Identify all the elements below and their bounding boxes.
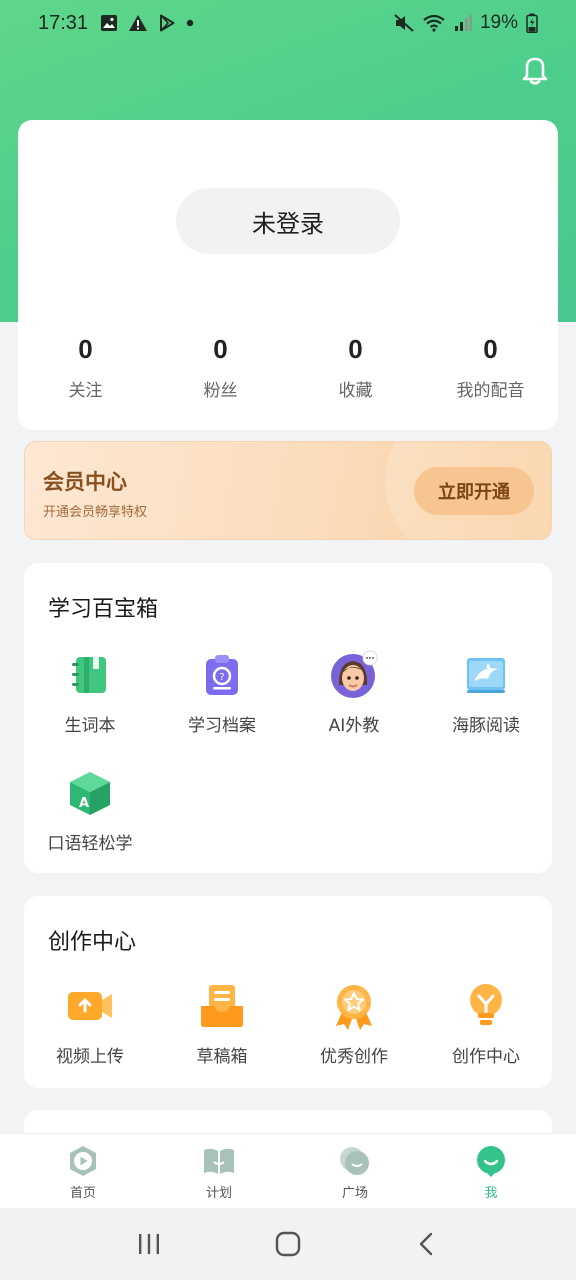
item-label: 视频上传 xyxy=(56,1047,124,1067)
vip-subtitle: 开通会员畅享特权 xyxy=(43,505,148,520)
stat-value: 0 xyxy=(348,334,363,364)
creation-panel: 创作中心 视频上传 草稿箱 优秀创作 创作中心 xyxy=(24,896,552,1088)
item-label: 海豚阅读 xyxy=(452,716,520,736)
open-vip-button[interactable]: 立即开通 xyxy=(414,467,534,515)
warning-icon xyxy=(129,15,148,31)
status-bar: 17:31 19% xyxy=(0,0,576,46)
tab-label: 首页 xyxy=(69,1186,96,1201)
svg-text:A: A xyxy=(79,796,89,811)
item-label: 口语轻松学 xyxy=(47,834,133,854)
creation-item-featured[interactable]: 优秀创作 xyxy=(288,980,420,1067)
svg-text:?: ? xyxy=(219,672,224,683)
system-navigation-bar xyxy=(0,1208,576,1280)
smile-face-icon xyxy=(477,1146,505,1177)
stat-fans[interactable]: 0 粉丝 xyxy=(153,332,288,401)
toolbox-item-speaking[interactable]: A 口语轻松学 xyxy=(24,767,156,854)
stat-value: 0 xyxy=(213,334,228,364)
play-hexagon-icon xyxy=(70,1146,96,1176)
bottom-tab-bar: 首页 计划 广场 我 xyxy=(0,1133,576,1208)
tab-label: 计划 xyxy=(205,1186,232,1201)
status-system-icons: 19% xyxy=(394,12,538,34)
gallery-icon xyxy=(101,15,118,31)
play-store-icon xyxy=(160,14,175,32)
stat-label: 关注 xyxy=(68,381,103,401)
notebook-icon xyxy=(72,657,106,693)
status-time: 17:31 xyxy=(38,11,89,34)
draft-box-icon xyxy=(201,985,243,1027)
tab-home[interactable]: 首页 xyxy=(15,1134,151,1208)
chat-bubbles-icon xyxy=(340,1147,369,1175)
dot-icon xyxy=(186,19,194,27)
item-label: 学习档案 xyxy=(188,716,256,736)
toolbox-item-vocab-book[interactable]: 生词本 xyxy=(24,649,156,736)
recent-apps-icon[interactable] xyxy=(136,1231,162,1257)
profile-card: 未登录 0 关注 0 粉丝 0 收藏 0 我的配音 xyxy=(18,120,558,430)
stat-label: 收藏 xyxy=(338,381,373,401)
video-upload-icon xyxy=(68,992,112,1020)
toolbox-item-ai-tutor[interactable]: AI外教 xyxy=(288,649,420,736)
toolbox-item-dolphin-reading[interactable]: 海豚阅读 xyxy=(420,649,552,736)
stat-following[interactable]: 0 关注 xyxy=(18,332,153,401)
item-label: 优秀创作 xyxy=(320,1047,388,1067)
toolbox-panel: 学习百宝箱 生词本 ? 学习档案 AI外教 海豚阅读 A 口语轻松学 xyxy=(24,563,552,873)
status-notification-icons xyxy=(100,14,194,32)
award-icon xyxy=(336,985,372,1030)
creation-item-creator-center[interactable]: 创作中心 xyxy=(420,980,552,1067)
home-icon[interactable] xyxy=(274,1230,302,1258)
stat-label: 粉丝 xyxy=(203,381,238,401)
item-label: 草稿箱 xyxy=(196,1047,248,1067)
tab-square[interactable]: 广场 xyxy=(287,1134,423,1208)
stat-my-dubbing[interactable]: 0 我的配音 xyxy=(423,332,558,401)
toolbox-item-study-archive[interactable]: ? 学习档案 xyxy=(156,649,288,736)
speaking-cube-icon: A xyxy=(70,772,110,815)
creation-item-drafts[interactable]: 草稿箱 xyxy=(156,980,288,1067)
stat-value: 0 xyxy=(78,334,93,364)
signal-icon xyxy=(454,15,472,31)
open-book-icon xyxy=(204,1148,234,1174)
item-label: AI外教 xyxy=(328,716,380,736)
lightbulb-icon xyxy=(470,984,502,1025)
battery-charging-icon xyxy=(526,13,538,33)
login-button[interactable]: 未登录 xyxy=(176,188,400,254)
wifi-icon xyxy=(423,14,445,32)
profile-stats: 0 关注 0 粉丝 0 收藏 0 我的配音 xyxy=(18,332,558,401)
mute-icon xyxy=(394,14,414,32)
item-label: 创作中心 xyxy=(452,1047,520,1067)
stat-label: 我的配音 xyxy=(456,381,525,401)
battery-percent: 19% xyxy=(479,12,518,33)
item-label: 生词本 xyxy=(64,716,116,736)
tab-me[interactable]: 我 xyxy=(423,1134,559,1208)
section-title: 创作中心 xyxy=(48,930,137,955)
creation-item-video-upload[interactable]: 视频上传 xyxy=(24,980,156,1067)
tab-label: 我 xyxy=(484,1186,498,1201)
ai-tutor-avatar-icon xyxy=(331,650,378,698)
bell-icon[interactable] xyxy=(520,54,550,86)
stat-favorites[interactable]: 0 收藏 xyxy=(288,332,423,401)
tab-label: 广场 xyxy=(341,1186,368,1201)
stat-value: 0 xyxy=(483,334,498,364)
vip-center-banner[interactable]: 会员中心 开通会员畅享特权 立即开通 xyxy=(24,441,552,540)
vip-title: 会员中心 xyxy=(43,470,127,494)
tab-plan[interactable]: 计划 xyxy=(151,1134,287,1208)
section-title: 学习百宝箱 xyxy=(48,597,159,622)
archive-icon: ? xyxy=(206,655,238,695)
dolphin-book-icon xyxy=(467,658,505,693)
back-icon[interactable] xyxy=(414,1231,440,1257)
